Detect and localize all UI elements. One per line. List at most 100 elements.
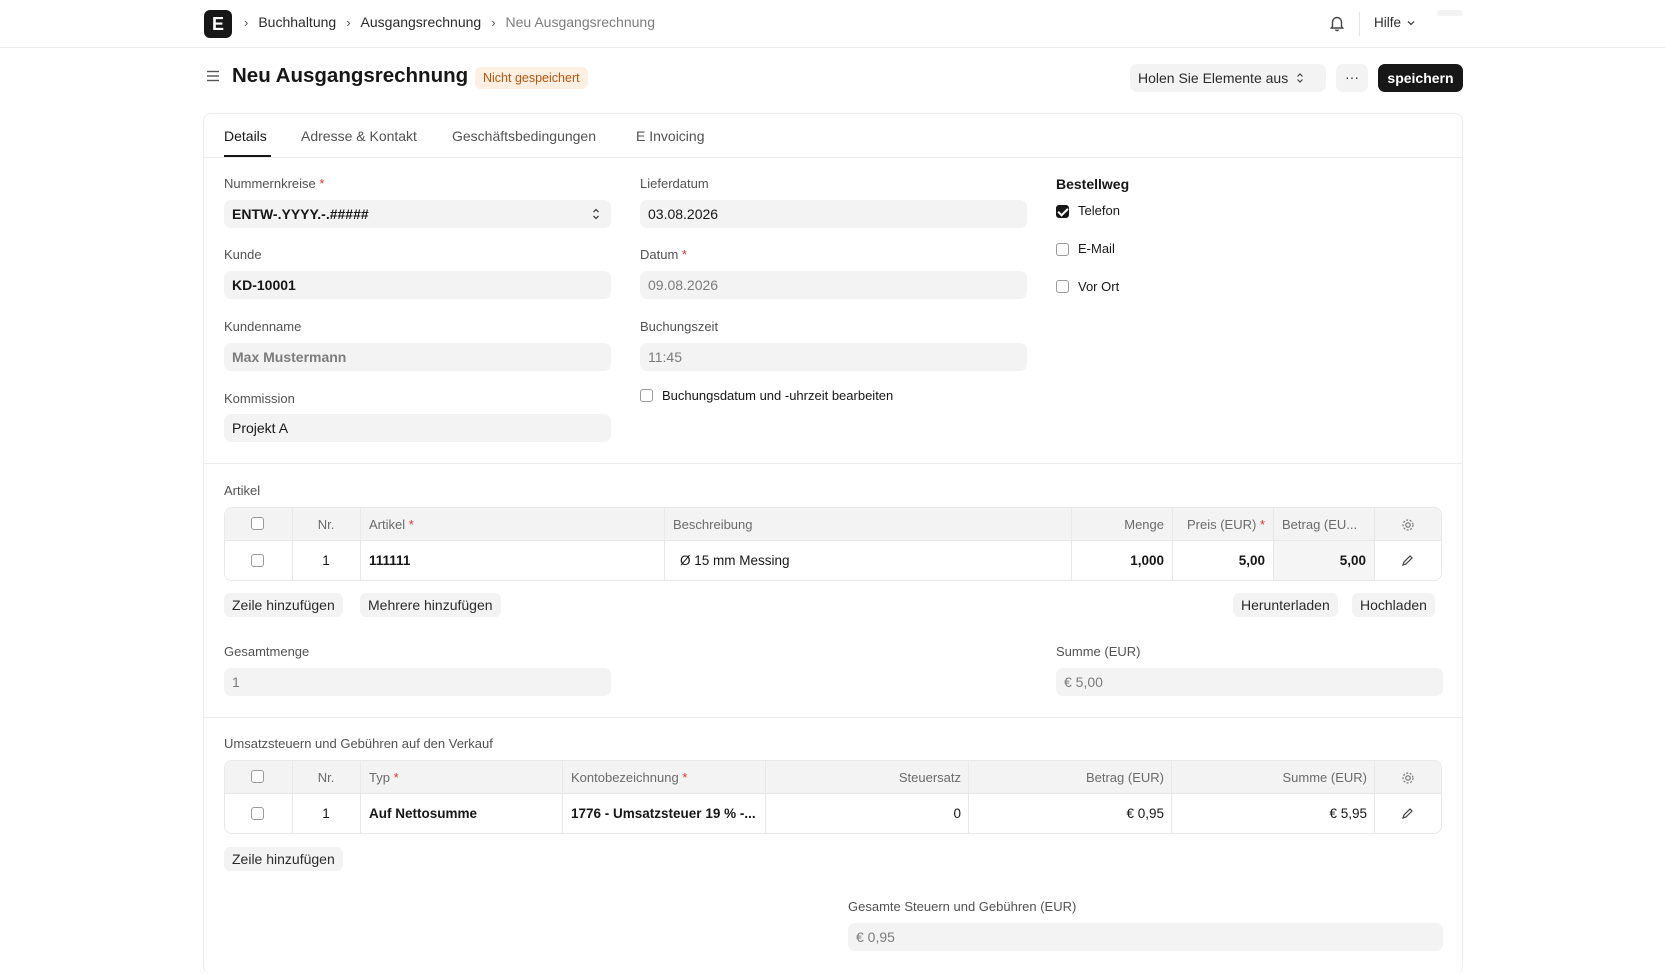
commission-field[interactable]: Projekt A	[224, 414, 611, 442]
customer-name-label: Kundenname	[224, 319, 302, 334]
channel-email-checkbox[interactable]	[1056, 243, 1069, 256]
header-no: Nr.	[317, 516, 335, 532]
edit-icon[interactable]	[1401, 807, 1414, 820]
header-rate: Preis (EUR) *	[1186, 516, 1265, 532]
row-description[interactable]: Ø 15 mm Messing	[680, 541, 790, 580]
items-table: Nr. Artikel * Beschreibung Menge Preis (…	[224, 507, 1442, 581]
add-multiple-button[interactable]: Mehrere hinzufügen	[360, 593, 501, 617]
row-tax-rate[interactable]: 0	[765, 794, 961, 833]
customer-field[interactable]: KD-10001	[224, 271, 611, 299]
help-dropdown[interactable]: Hilfe	[1374, 15, 1416, 30]
column-divider	[1374, 508, 1375, 540]
delivery-date-field[interactable]: 03.08.2026	[640, 200, 1027, 228]
total-taxes-field: € 0,95	[848, 923, 1443, 951]
select-all-checkbox[interactable]	[251, 770, 264, 783]
add-tax-row-button[interactable]: Zeile hinzufügen	[224, 847, 343, 871]
avatar[interactable]	[1437, 10, 1463, 16]
items-section-label: Artikel	[224, 483, 261, 498]
channel-phone-label: Telefon	[1078, 203, 1120, 218]
total-qty-label: Gesamtmenge	[224, 644, 310, 659]
row-account-head[interactable]: 1776 - Umsatzsteuer 19 % -...	[571, 794, 756, 833]
tab-bar: Details Adresse & Kontakt Geschäftsbedin…	[204, 114, 1462, 158]
column-divider	[360, 794, 361, 833]
get-items-select[interactable]: Holen Sie Elemente aus	[1130, 64, 1326, 92]
row-no: 1	[322, 553, 330, 568]
taxes-table-header: Nr. Typ * Kontobezeichnung * Steuersatz …	[225, 761, 1441, 794]
total-taxes-label: Gesamte Steuern und Gebühren (EUR)	[848, 899, 1077, 914]
upload-button[interactable]: Hochladen	[1352, 593, 1435, 617]
channel-email-label: E-Mail	[1078, 241, 1115, 256]
table-row[interactable]: 1 Auf Nettosumme 1776 - Umsatzsteuer 19 …	[225, 794, 1441, 833]
naming-series-select[interactable]: ENTW-.YYYY.-.#####	[224, 200, 611, 228]
header-type: Typ *	[369, 769, 399, 785]
posting-time-field: 11:45	[640, 343, 1027, 371]
channel-phone-checkbox[interactable]	[1056, 205, 1069, 218]
column-divider	[1374, 541, 1375, 580]
header-tax-rate: Steuersatz	[898, 769, 961, 785]
chevron-down-icon	[1407, 20, 1415, 25]
row-checkbox[interactable]	[251, 807, 264, 820]
header-no: Nr.	[317, 769, 335, 785]
row-no: 1	[322, 806, 330, 821]
header-tax-total: Summe (EUR)	[1282, 769, 1367, 785]
total-field: € 5,00	[1056, 668, 1443, 696]
customer-label: Kunde	[224, 247, 262, 262]
select-all-checkbox[interactable]	[251, 517, 264, 530]
row-tax-type[interactable]: Auf Nettosumme	[369, 794, 477, 833]
items-table-header: Nr. Artikel * Beschreibung Menge Preis (…	[225, 508, 1441, 541]
row-tax-amount[interactable]: € 0,95	[968, 794, 1164, 833]
tab-details[interactable]: Details	[224, 128, 267, 144]
edit-icon[interactable]	[1401, 554, 1414, 567]
breadcrumb: › Buchhaltung › Ausgangsrechnung › Neu A…	[244, 14, 655, 30]
header-qty: Menge	[1124, 516, 1164, 532]
header-account: Kontobezeichnung *	[571, 769, 688, 785]
channel-onsite-checkbox[interactable]	[1056, 280, 1069, 293]
row-amount: 5,00	[1274, 541, 1374, 580]
row-qty[interactable]: 1,000	[1071, 541, 1164, 580]
get-items-label: Holen Sie Elemente aus	[1138, 70, 1289, 86]
row-item-code[interactable]: 111111	[369, 541, 410, 580]
app-logo[interactable]: E	[204, 10, 232, 38]
tab-address-contact[interactable]: Adresse & Kontakt	[301, 128, 417, 144]
row-checkbox[interactable]	[251, 554, 264, 567]
page-title: Neu Ausgangsrechnung	[232, 64, 469, 87]
sidebar-toggle-icon[interactable]	[205, 68, 221, 84]
header-description: Beschreibung	[673, 516, 753, 532]
column-divider	[664, 541, 665, 580]
select-caret-icon	[593, 208, 599, 220]
bell-icon[interactable]	[1328, 14, 1346, 32]
delivery-date-label: Lieferdatum	[640, 176, 709, 191]
customer-name-field: Max Mustermann	[224, 343, 611, 371]
channel-onsite-label: Vor Ort	[1078, 279, 1120, 294]
download-button[interactable]: Herunterladen	[1233, 593, 1338, 617]
gear-icon[interactable]	[1401, 771, 1415, 785]
date-label: Datum *	[640, 247, 687, 262]
navbar: E › Buchhaltung › Ausgangsrechnung › Neu…	[0, 0, 1665, 48]
breadcrumb-sales-invoice[interactable]: Ausgangsrechnung	[361, 14, 482, 30]
commission-label: Kommission	[224, 391, 295, 406]
section-divider	[204, 717, 1462, 718]
naming-series-label: Nummernkreise *	[224, 176, 325, 191]
table-row[interactable]: 1 111111 Ø 15 mm Messing 1,000 5,00 5,00	[225, 541, 1441, 580]
tab-e-invoicing[interactable]: E Invoicing	[636, 128, 704, 144]
edit-posting-label: Buchungsdatum und -uhrzeit bearbeiten	[662, 388, 894, 403]
row-tax-total: € 5,95	[1329, 806, 1367, 821]
total-label: Summe (EUR)	[1056, 644, 1141, 659]
gear-icon[interactable]	[1401, 518, 1415, 532]
save-button[interactable]: speichern	[1378, 64, 1463, 92]
column-divider	[1374, 794, 1375, 833]
section-divider	[204, 463, 1462, 464]
edit-posting-checkbox[interactable]	[640, 389, 653, 402]
breadcrumb-accounting[interactable]: Buchhaltung	[258, 14, 336, 30]
header-amount: Betrag (EU...	[1282, 516, 1358, 532]
chevron-right-icon: ›	[491, 14, 496, 30]
column-divider	[562, 794, 563, 833]
more-actions-button[interactable]: ···	[1336, 64, 1368, 92]
row-rate[interactable]: 5,00	[1172, 541, 1265, 580]
tab-terms[interactable]: Geschäftsbedingungen	[452, 128, 596, 144]
active-tab-indicator	[224, 155, 271, 157]
column-divider	[360, 761, 361, 793]
add-row-button[interactable]: Zeile hinzufügen	[224, 593, 343, 617]
header-item: Artikel *	[369, 516, 414, 532]
breadcrumb-current: Neu Ausgangsrechnung	[505, 14, 655, 30]
